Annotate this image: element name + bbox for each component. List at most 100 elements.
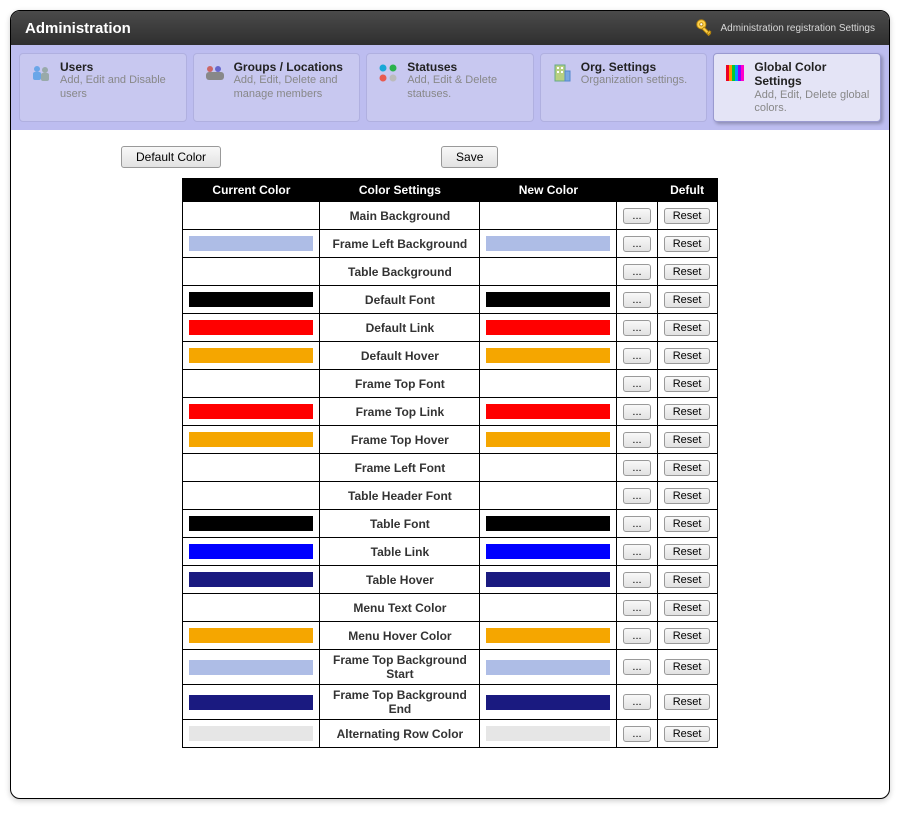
current-color-cell [183,538,320,566]
color-picker-button[interactable]: ... [623,544,650,560]
reset-cell: Reset [657,594,717,622]
reset-button[interactable]: Reset [664,600,711,616]
current-color-cell [183,286,320,314]
reset-button[interactable]: Reset [664,460,711,476]
table-row: Default Link...Reset [183,314,717,342]
reset-cell: Reset [657,510,717,538]
reset-button[interactable]: Reset [664,628,711,644]
color-setting-label: Frame Top Link [320,398,480,426]
reset-cell: Reset [657,650,717,685]
color-picker-button[interactable]: ... [623,404,650,420]
table-row: Frame Left Font...Reset [183,454,717,482]
reset-button[interactable]: Reset [664,659,711,675]
titlebar: Administration Administration registrati… [11,11,889,45]
new-color-cell [480,258,617,286]
color-picker-button[interactable]: ... [623,376,650,392]
color-picker-button[interactable]: ... [623,264,650,280]
color-picker-button[interactable]: ... [623,726,650,742]
reset-button[interactable]: Reset [664,208,711,224]
current-color-cell [183,650,320,685]
pick-cell: ... [617,202,657,230]
table-row: Table Link... Reset [183,538,717,566]
current-color-cell [183,622,320,650]
color-picker-button[interactable]: ... [623,208,650,224]
reset-button[interactable]: Reset [664,544,711,560]
new-color-swatch [486,292,610,307]
pick-cell: ... [617,370,657,398]
current-color-cell [183,685,320,720]
reset-cell: Reset [657,720,717,748]
reset-button[interactable]: Reset [664,726,711,742]
new-color-cell [480,510,617,538]
pick-cell: ... [617,314,657,342]
current-color-swatch [189,516,313,531]
table-row: Frame Top Link... Reset [183,398,717,426]
color-picker-button[interactable]: ... [623,516,650,532]
current-color-cell [183,594,320,622]
default-color-button[interactable]: Default Color [121,146,221,168]
current-color-swatch [189,236,313,251]
reset-button[interactable]: Reset [664,320,711,336]
current-color-swatch [189,292,313,307]
color-picker-button[interactable]: ... [623,572,650,588]
tab-global-colors[interactable]: Global Color Settings Add, Edit, Delete … [713,53,881,122]
current-color-swatch [189,572,313,587]
color-setting-label: Frame Top Background Start [320,650,480,685]
color-picker-button[interactable]: ... [623,628,650,644]
new-color-swatch [486,572,610,587]
color-picker-button[interactable]: ... [623,659,650,675]
color-picker-button[interactable]: ... [623,432,650,448]
reset-button[interactable]: Reset [664,404,711,420]
reset-button[interactable]: Reset [664,348,711,364]
color-picker-button[interactable]: ... [623,460,650,476]
reset-button[interactable]: Reset [664,572,711,588]
reset-button[interactable]: Reset [664,516,711,532]
color-picker-button[interactable]: ... [623,348,650,364]
new-color-swatch [486,695,610,710]
action-button-row: Default Color Save [121,146,869,168]
color-picker-button[interactable]: ... [623,236,650,252]
tab-users[interactable]: Users Add, Edit and Disable users [19,53,187,122]
color-setting-label: Table Link [320,538,480,566]
pick-cell: ... [617,426,657,454]
new-color-swatch [486,404,610,419]
current-color-cell [183,202,320,230]
tab-statuses[interactable]: Statuses Add, Edit & Delete statuses. [366,53,534,122]
current-color-cell [183,426,320,454]
tab-org-settings[interactable]: Org. Settings Organization settings. [540,53,708,122]
reset-button[interactable]: Reset [664,292,711,308]
new-color-cell [480,566,617,594]
table-row: Table Hover...Reset [183,566,717,594]
users-icon [28,60,54,86]
current-color-cell [183,370,320,398]
color-setting-label: Alternating Row Color [320,720,480,748]
th-pick [617,179,657,202]
tab-groups[interactable]: Groups / Locations Add, Edit, Delete and… [193,53,361,122]
reset-cell: Reset [657,202,717,230]
color-picker-button[interactable]: ... [623,320,650,336]
pick-cell: ... [617,566,657,594]
color-setting-label: Table Header Font [320,482,480,510]
reset-button[interactable]: Reset [664,694,711,710]
reset-button[interactable]: Reset [664,264,711,280]
reset-button[interactable]: Reset [664,236,711,252]
current-color-swatch [189,660,313,675]
reset-cell: Reset [657,258,717,286]
color-setting-label: Main Background [320,202,480,230]
new-color-cell [480,426,617,454]
save-button[interactable]: Save [441,146,498,168]
table-row: Default Hover...Reset [183,342,717,370]
pick-cell: ... [617,650,657,685]
reset-cell: Reset [657,426,717,454]
statuses-icon [375,60,401,86]
color-setting-label: Table Background [320,258,480,286]
color-picker-button[interactable]: ... [623,488,650,504]
reset-button[interactable]: Reset [664,488,711,504]
reset-button[interactable]: Reset [664,432,711,448]
reset-button[interactable]: Reset [664,376,711,392]
color-picker-button[interactable]: ... [623,694,650,710]
color-picker-button[interactable]: ... [623,600,650,616]
color-picker-button[interactable]: ... [623,292,650,308]
color-bars-icon [722,60,748,86]
color-setting-label: Frame Top Font [320,370,480,398]
